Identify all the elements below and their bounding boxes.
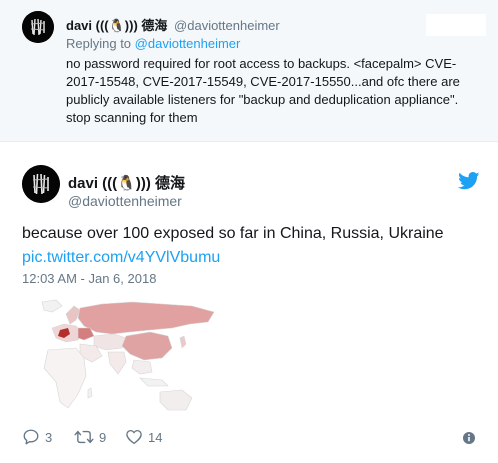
reply-button[interactable]: 3	[22, 428, 52, 446]
replying-to-handle-link[interactable]: @daviottenheimer	[135, 36, 241, 51]
author-name[interactable]: davi (((🐧))) 德海	[68, 172, 185, 193]
tweet-text: because over 100 exposed so far in China…	[22, 222, 482, 270]
author-name[interactable]: davi (((🐧))) 德海	[66, 18, 167, 33]
retweet-icon	[74, 430, 94, 444]
dismiss-area	[426, 14, 486, 36]
heart-icon	[126, 429, 142, 445]
author-handle[interactable]: @daviottenheimer	[174, 18, 280, 33]
reply-count: 3	[45, 429, 53, 445]
avatar[interactable]	[22, 165, 60, 203]
timestamp[interactable]: 12:03 AM - Jan 6, 2018	[22, 271, 156, 286]
parent-tweet-text: no password required for root access to …	[66, 56, 460, 125]
parent-tweet-header: davi (((🐧))) 德海 @daviottenheimer	[66, 15, 280, 34]
like-count: 14	[148, 429, 163, 445]
more-button[interactable]	[462, 431, 476, 445]
reply-icon	[23, 429, 39, 445]
media-link[interactable]: pic.twitter.com/v4YVlVbumu	[22, 246, 482, 270]
more-icon	[463, 432, 475, 444]
divider	[0, 141, 498, 142]
replying-to: Replying to @daviottenheimer	[66, 36, 240, 51]
replying-to-label: Replying to	[66, 36, 132, 51]
author-handle[interactable]: @daviottenheimer	[68, 193, 182, 209]
twitter-bird-icon[interactable]	[458, 172, 480, 190]
like-button[interactable]: 14	[125, 428, 162, 446]
retweet-count: 9	[99, 429, 107, 445]
avatar[interactable]	[22, 11, 54, 43]
parent-tweet[interactable]: davi (((🐧))) 德海 @daviottenheimer Replyin…	[0, 0, 498, 141]
retweet-button[interactable]: 9	[74, 428, 106, 446]
tweet-actions: 3 9 14	[22, 428, 480, 450]
tweet-body: because over 100 exposed so far in China…	[22, 225, 444, 242]
map-image[interactable]	[22, 298, 220, 426]
